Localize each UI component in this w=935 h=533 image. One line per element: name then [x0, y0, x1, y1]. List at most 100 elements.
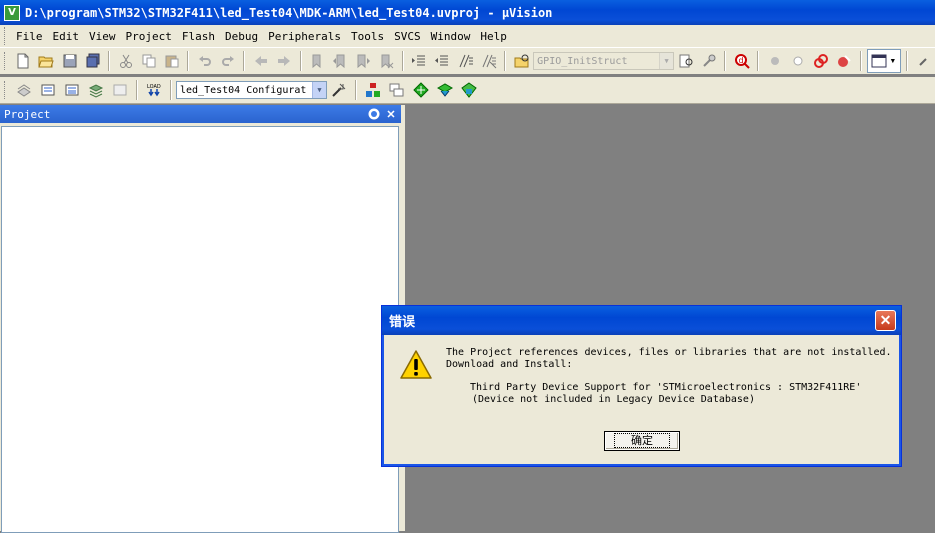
redo-icon[interactable] [217, 50, 238, 72]
target-options-icon[interactable] [328, 79, 350, 101]
batch-build-icon[interactable] [85, 79, 107, 101]
menu-file[interactable]: File [12, 30, 47, 43]
menu-edit[interactable]: Edit [49, 30, 84, 43]
menu-svcs[interactable]: SVCS [390, 30, 425, 43]
menu-flash[interactable]: Flash [178, 30, 219, 43]
separator [136, 80, 138, 100]
dialog-message-line2: Download and Install: [446, 359, 573, 370]
find-in-files-icon[interactable] [511, 50, 532, 72]
load-download-icon[interactable]: LOAD [143, 79, 165, 101]
project-panel-title: Project [4, 107, 51, 121]
menu-help[interactable]: Help [476, 30, 511, 43]
dialog-title-bar: 错误 ✕ [382, 306, 901, 335]
target-combo-value: led_Test04 Configurat [180, 84, 307, 96]
save-icon[interactable] [59, 50, 80, 72]
separator [906, 51, 909, 71]
undo-icon[interactable] [194, 50, 215, 72]
breakpoint-enable-icon[interactable] [787, 50, 808, 72]
file-extensions-icon[interactable] [386, 79, 408, 101]
separator [859, 51, 862, 71]
cut-icon[interactable] [115, 50, 136, 72]
dialog-message-line3: Third Party Device Support for 'STMicroe… [470, 382, 862, 393]
error-dialog: 错误 ✕ The Project references devices, fil… [381, 305, 902, 467]
uncomment-icon[interactable] [478, 50, 499, 72]
project-panel-header: Project ✕ [0, 105, 401, 123]
svg-text:LOAD: LOAD [147, 84, 161, 90]
software-packs-icon[interactable] [458, 79, 480, 101]
toolbar-grip[interactable] [4, 81, 8, 99]
configure-icon[interactable] [913, 50, 934, 72]
incremental-find-icon[interactable] [698, 50, 719, 72]
find-combo[interactable]: GPIO_InitStruct ▼ [533, 52, 675, 70]
build-icon[interactable] [37, 79, 59, 101]
debug-session-icon[interactable]: d [731, 50, 752, 72]
title-bar: V D:\program\STM32\STM32F411\led_Test04\… [0, 0, 935, 25]
ok-button[interactable]: 确定 [604, 431, 680, 451]
unindent-icon[interactable] [432, 50, 453, 72]
navigate-back-icon[interactable] [250, 50, 271, 72]
copy-icon[interactable] [138, 50, 159, 72]
breakpoint-insert-icon[interactable] [764, 50, 785, 72]
paste-icon[interactable] [161, 50, 182, 72]
separator [757, 51, 760, 71]
menu-view[interactable]: View [85, 30, 120, 43]
project-panel: Project ✕ [0, 105, 401, 533]
separator [170, 80, 172, 100]
menu-grip[interactable] [4, 27, 8, 45]
build-toolbar: LOAD led_Test04 Configurat ▼ [0, 77, 935, 104]
toolbar-grip[interactable] [4, 52, 8, 70]
window-title: D:\program\STM32\STM32F411\led_Test04\MD… [25, 5, 553, 20]
manage-components-icon[interactable] [362, 79, 384, 101]
dialog-close-button[interactable]: ✕ [875, 310, 896, 331]
pin-icon[interactable] [367, 107, 381, 121]
pack-installer-icon[interactable] [434, 79, 456, 101]
separator [401, 51, 404, 71]
dialog-message-line4: (Device not included in Legacy Device Da… [472, 394, 755, 405]
menu-peripherals[interactable]: Peripherals [264, 30, 345, 43]
breakpoint-disable-all-icon[interactable] [810, 50, 831, 72]
new-file-icon[interactable] [13, 50, 34, 72]
file-toolbar: GPIO_InitStruct ▼ d ▼ [0, 48, 935, 74]
find-combo-value: GPIO_InitStruct [537, 55, 628, 67]
breakpoint-kill-all-icon[interactable] [834, 50, 855, 72]
window-layout-icon[interactable]: ▼ [866, 49, 902, 73]
separator [504, 51, 507, 71]
select-packs-icon[interactable] [410, 79, 432, 101]
menu-project[interactable]: Project [122, 30, 176, 43]
stop-build-icon[interactable] [109, 79, 131, 101]
svg-text:d: d [738, 56, 743, 65]
uvision-app-icon[interactable]: V [4, 4, 20, 21]
open-folder-icon[interactable] [36, 50, 57, 72]
menu-debug[interactable]: Debug [221, 30, 262, 43]
bookmark-clear-icon[interactable] [376, 50, 397, 72]
bookmark-prev-icon[interactable] [330, 50, 351, 72]
chevron-down-icon[interactable]: ▼ [312, 82, 326, 98]
translate-icon[interactable] [13, 79, 35, 101]
close-icon[interactable]: ✕ [384, 107, 398, 121]
warning-icon [400, 350, 432, 379]
separator [243, 51, 246, 71]
bookmark-icon[interactable] [307, 50, 328, 72]
project-tree[interactable] [1, 126, 399, 533]
chevron-down-icon[interactable]: ▼ [659, 53, 674, 69]
separator [355, 80, 357, 100]
ok-button-label: 确定 [614, 433, 670, 448]
save-all-icon[interactable] [82, 50, 103, 72]
rebuild-icon[interactable] [61, 79, 83, 101]
dialog-body: The Project references devices, files or… [386, 336, 897, 462]
dialog-message-line1: The Project references devices, files or… [446, 347, 892, 358]
separator [108, 51, 111, 71]
find-icon[interactable] [675, 50, 696, 72]
comment-icon[interactable] [455, 50, 476, 72]
dialog-title: 错误 [389, 315, 416, 330]
separator [299, 51, 302, 71]
menu-tools[interactable]: Tools [347, 30, 388, 43]
navigate-forward-icon[interactable] [274, 50, 295, 72]
indent-icon[interactable] [409, 50, 430, 72]
separator [724, 51, 727, 71]
target-combo[interactable]: led_Test04 Configurat ▼ [176, 81, 327, 99]
menu-window[interactable]: Window [427, 30, 475, 43]
menu-bar: File Edit View Project Flash Debug Perip… [0, 25, 935, 48]
separator [187, 51, 190, 71]
bookmark-next-icon[interactable] [353, 50, 374, 72]
